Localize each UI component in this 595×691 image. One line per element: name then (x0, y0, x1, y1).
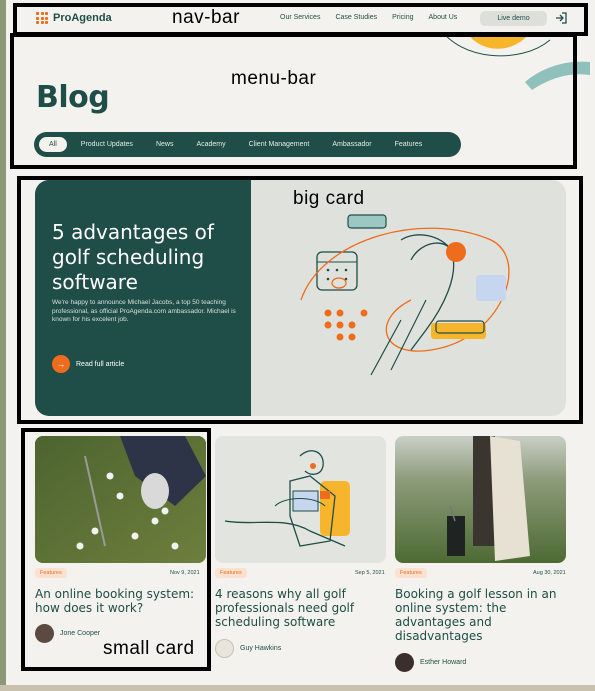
card-title[interactable]: Booking a golf lesson in an online syste… (395, 587, 566, 643)
featured-text-panel: 5 advantages of golf scheduling software… (35, 180, 251, 416)
annotation-label-big-card: big card (293, 188, 365, 209)
card-date: Nov 9, 2021 (170, 570, 200, 576)
tab-product-updates[interactable]: Product Updates (71, 136, 143, 153)
featured-article-card[interactable]: 5 advantages of golf scheduling software… (35, 180, 566, 416)
login-arrow-icon[interactable] (554, 11, 568, 25)
author-name: Esther Howard (420, 659, 467, 666)
category-tabs: All Product Updates News Academy Client … (34, 132, 461, 157)
page: ProAgenda Our Services Case Studies Pric… (0, 0, 595, 691)
card-author: Esther Howard (395, 653, 466, 672)
nav-link-about[interactable]: About Us (429, 14, 458, 21)
card-author: Jone Cooper (35, 624, 100, 643)
arrow-right-icon: → (52, 355, 70, 373)
golf-illustration (300, 214, 510, 376)
annotation-label-menu-bar: menu-bar (231, 68, 317, 89)
nav-links: Our Services Case Studies Pricing About … (280, 14, 457, 21)
card-title[interactable]: An online booking system: how does it wo… (35, 587, 206, 615)
tab-academy[interactable]: Academy (186, 136, 235, 153)
tab-client-management[interactable]: Client Management (239, 136, 320, 153)
tab-news[interactable]: News (146, 136, 184, 153)
category-badge: Features (395, 568, 427, 578)
live-demo-button[interactable]: Live demo (480, 11, 547, 26)
nav-bar: ProAgenda Our Services Case Studies Pric… (14, 3, 586, 35)
featured-title[interactable]: 5 advantages of golf scheduling software (52, 220, 242, 295)
card-title[interactable]: 4 reasons why all golf professionals nee… (215, 587, 386, 629)
tab-ambassador[interactable]: Ambassador (322, 136, 381, 153)
annotation-label-small-card: small card (103, 638, 195, 659)
card-author: Guy Hawkins (215, 639, 281, 658)
logo-icon (36, 12, 48, 24)
category-badge: Features (215, 568, 247, 578)
left-edge-strip (0, 0, 6, 691)
avatar (395, 653, 414, 672)
avatar (215, 639, 234, 658)
read-full-article-button[interactable]: → Read full article (52, 355, 124, 373)
card-image (395, 436, 566, 563)
tab-all[interactable]: All (38, 136, 68, 153)
logo-text: ProAgenda (53, 12, 112, 24)
avatar (35, 624, 54, 643)
page-title: Blog (36, 80, 110, 115)
nav-link-pricing[interactable]: Pricing (392, 14, 413, 21)
card-image (215, 436, 386, 563)
tab-features[interactable]: Features (385, 136, 433, 153)
category-badge: Features (35, 568, 67, 578)
card-date: Aug 30, 2021 (533, 570, 566, 576)
author-name: Jone Cooper (60, 630, 101, 637)
logo[interactable]: ProAgenda (36, 12, 112, 24)
annotation-label-nav-bar: nav-bar (172, 7, 240, 28)
bottom-edge-strip (0, 685, 595, 691)
nav-link-case-studies[interactable]: Case Studies (335, 14, 377, 21)
featured-description: We're happy to announce Michael Jacobs, … (52, 299, 236, 323)
card-date: Sep 5, 2021 (355, 570, 385, 576)
author-name: Guy Hawkins (240, 645, 282, 652)
nav-link-services[interactable]: Our Services (280, 14, 320, 21)
card-image (35, 436, 206, 563)
read-full-article-label: Read full article (76, 360, 125, 368)
